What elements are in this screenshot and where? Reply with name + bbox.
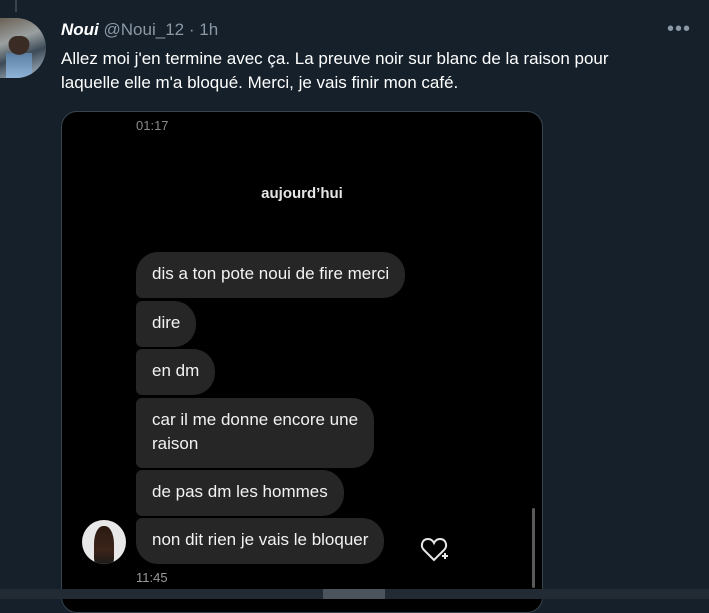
sender-figure	[94, 526, 114, 564]
message-bubble: dire	[136, 301, 197, 347]
author-avatar[interactable]	[0, 18, 46, 78]
tweet-text: Allez moi j'en termine avec ça. La preuv…	[61, 47, 701, 95]
message-bubble: de pas dm les hommes	[136, 470, 344, 516]
screenshot-scrollbar	[532, 508, 535, 588]
message-text: raison	[152, 434, 199, 453]
status-bar-time: 01:17	[136, 118, 169, 133]
message-bubble: en dm	[136, 349, 216, 395]
heart-plus-icon	[420, 537, 448, 562]
day-separator: aujourd’hui	[261, 185, 343, 202]
message-text: car il me donne encore une	[152, 410, 359, 429]
message-bubble: non dit rien je vais le bloquer	[136, 518, 385, 564]
message-text: dire	[152, 313, 181, 332]
more-horizontal-icon[interactable]: •••	[667, 19, 691, 39]
tweet-media-image[interactable]: 01:17 aujourd’hui dis a ton pote noui de…	[61, 111, 543, 613]
tweet-text-line-2: laquelle elle m'a bloqué. Merci, je vais…	[61, 73, 459, 92]
message-text: non dit rien je vais le bloquer	[152, 530, 369, 549]
avatar-figure	[6, 36, 32, 78]
author-name[interactable]: Noui	[61, 20, 99, 39]
sender-avatar	[82, 520, 126, 564]
separator-dot: ·	[188, 20, 195, 39]
author-handle[interactable]: @Noui_12	[104, 20, 185, 39]
message-timestamp: 11:45	[136, 570, 168, 585]
tweet-text-line-1: Allez moi j'en termine avec ça. La preuv…	[61, 49, 609, 68]
page-scrollbar-thumb[interactable]	[323, 589, 385, 599]
tweet-header: Noui @Noui_12 · 1h	[61, 20, 218, 40]
message-text: en dm	[152, 361, 200, 380]
message-text: dis a ton pote noui de fire merci	[152, 264, 390, 283]
message-text: de pas dm les hommes	[152, 482, 328, 501]
message-bubble: car il me donne encore une raison	[136, 398, 375, 468]
message-bubble: dis a ton pote noui de fire merci	[136, 252, 406, 298]
thread-line	[15, 0, 17, 12]
tweet-time[interactable]: 1h	[199, 20, 218, 39]
